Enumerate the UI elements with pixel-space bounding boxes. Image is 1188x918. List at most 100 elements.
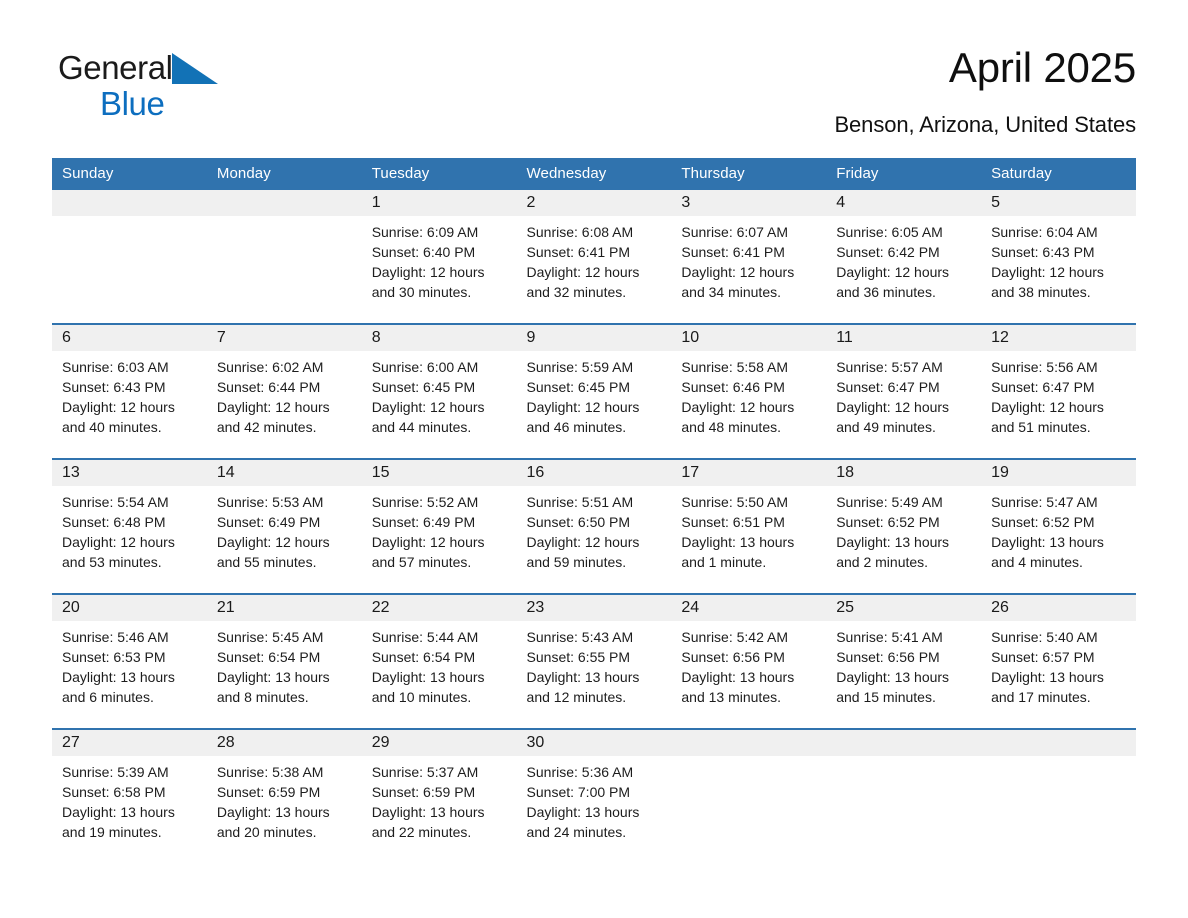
day-detail-text: Sunrise: 5:45 AM Sunset: 6:54 PM Daylight:…	[207, 621, 362, 707]
calendar-day-cell[interactable]: 19 Sunrise: 5:47 AM Sunset: 6:52 PM Dayligh…	[981, 458, 1136, 594]
day-cell-inner	[981, 730, 1136, 863]
calendar-day-cell[interactable]: 9 Sunrise: 5:59 AM Sunset: 6:45 PM Daylight…	[516, 323, 672, 459]
calendar-day-cell[interactable]: 4 Sunrise: 6:05 AM Sunset: 6:42 PM Daylight…	[826, 190, 982, 324]
day-sunrise-line: Sunrise: 6:09 AM	[371, 224, 479, 240]
day-daylight-2-line: and 32 minutes.	[526, 284, 627, 300]
day-daylight-2-line: and 8 minutes.	[216, 689, 309, 705]
day-sunset-line: Sunset: 6:56 PM	[836, 649, 940, 665]
day-sunrise-line: Sunrise: 5:50 AM	[681, 494, 788, 510]
day-cell-inner: 1 Sunrise: 6:09 AM Sunset: 6:40 PM Daylight…	[361, 190, 517, 323]
day-number: 2	[516, 190, 672, 216]
calendar-day-cell[interactable]: 27 Sunrise: 5:39 AM Sunset: 6:58 PM Dayligh…	[52, 728, 207, 863]
calendar-day-cell[interactable]: 13 Sunrise: 5:54 AM Sunset: 6:48 PM Dayligh…	[52, 458, 207, 594]
day-daylight-2-line: and 49 minutes.	[836, 419, 936, 435]
day-daylight-1-line: Daylight: 13 hours	[371, 804, 485, 820]
day-detail-text: Sunrise: 5:47 AM Sunset: 6:52 PM Daylight:…	[981, 486, 1136, 572]
day-sunset-line: Sunset: 6:41 PM	[526, 244, 631, 260]
day-daylight-1-line: Daylight: 12 hours	[216, 399, 330, 415]
calendar-day-cell[interactable]: 10 Sunrise: 5:58 AM Sunset: 6:46 PM Dayligh…	[671, 323, 827, 459]
day-detail-text: Sunrise: 6:04 AM Sunset: 6:43 PM Daylight:…	[981, 216, 1136, 302]
calendar-day-cell[interactable]: 22 Sunrise: 5:44 AM Sunset: 6:54 PM Dayligh…	[361, 593, 517, 729]
day-detail-text: Sunrise: 5:52 AM Sunset: 6:49 PM Daylight:…	[362, 486, 517, 572]
day-cell-inner: 19 Sunrise: 5:47 AM Sunset: 6:52 PM Dayligh…	[981, 460, 1136, 593]
day-sunrise-line: Sunrise: 5:49 AM	[836, 494, 943, 510]
sunrise-sunset-calendar-table: Sunday Monday Tuesday Wednesday Thursday…	[52, 158, 1136, 863]
calendar-day-cell[interactable]: 3 Sunrise: 6:07 AM Sunset: 6:41 PM Daylight…	[671, 190, 827, 324]
calendar-day-cell[interactable]: 2 Sunrise: 6:08 AM Sunset: 6:41 PM Daylight…	[516, 190, 672, 324]
logo-bottom-row: Blue	[58, 84, 318, 124]
day-sunrise-line: Sunrise: 6:05 AM	[836, 224, 943, 240]
day-cell-inner: 4 Sunrise: 6:05 AM Sunset: 6:42 PM Daylight…	[826, 190, 982, 323]
day-sunrise-line: Sunrise: 5:47 AM	[991, 494, 1098, 510]
day-daylight-1-line: Daylight: 13 hours	[836, 669, 950, 685]
calendar-day-cell[interactable]: 6 Sunrise: 6:03 AM Sunset: 6:43 PM Daylight…	[52, 323, 207, 459]
calendar-day-cell[interactable]: 24 Sunrise: 5:42 AM Sunset: 6:56 PM Dayligh…	[671, 593, 827, 729]
day-daylight-2-line: and 2 minutes.	[836, 554, 929, 570]
day-daylight-2-line: and 1 minute.	[681, 554, 767, 570]
calendar-day-cell[interactable]: 29 Sunrise: 5:37 AM Sunset: 6:59 PM Dayligh…	[361, 728, 517, 863]
day-detail-text: Sunrise: 6:02 AM Sunset: 6:44 PM Daylight:…	[207, 351, 362, 437]
day-daylight-1-line: Daylight: 13 hours	[62, 804, 175, 820]
day-sunrise-line: Sunrise: 5:40 AM	[991, 629, 1098, 645]
day-daylight-2-line: and 24 minutes.	[526, 824, 627, 840]
day-sunset-line: Sunset: 6:50 PM	[526, 514, 631, 530]
day-detail-text: Sunrise: 5:50 AM Sunset: 6:51 PM Daylight:…	[671, 486, 826, 572]
calendar-day-cell[interactable]: 30 Sunrise: 5:36 AM Sunset: 7:00 PM Dayligh…	[516, 728, 672, 863]
day-cell-inner	[52, 190, 207, 323]
calendar-day-cell[interactable]: 20 Sunrise: 5:46 AM Sunset: 6:53 PM Dayligh…	[52, 593, 207, 729]
day-sunrise-line: Sunrise: 6:02 AM	[216, 359, 324, 375]
calendar-day-cell[interactable]: 1 Sunrise: 6:09 AM Sunset: 6:40 PM Daylight…	[361, 190, 517, 324]
day-sunrise-line: Sunrise: 5:36 AM	[526, 764, 634, 780]
day-detail-text: Sunrise: 6:08 AM Sunset: 6:41 PM Daylight:…	[517, 216, 672, 302]
day-number: 10	[671, 325, 827, 351]
day-number: 15	[361, 460, 517, 486]
day-sunset-line: Sunset: 6:59 PM	[371, 784, 476, 800]
day-cell-inner: 18 Sunrise: 5:49 AM Sunset: 6:52 PM Dayligh…	[826, 460, 982, 593]
calendar-day-cell[interactable]: 23 Sunrise: 5:43 AM Sunset: 6:55 PM Dayligh…	[516, 593, 672, 729]
calendar-day-cell[interactable]: 12 Sunrise: 5:56 AM Sunset: 6:47 PM Dayligh…	[981, 323, 1136, 459]
day-cell-inner: 21 Sunrise: 5:45 AM Sunset: 6:54 PM Dayligh…	[206, 595, 362, 728]
day-daylight-2-line: and 6 minutes.	[62, 689, 154, 705]
calendar-day-cell[interactable]: 14 Sunrise: 5:53 AM Sunset: 6:49 PM Dayligh…	[206, 458, 362, 594]
day-daylight-1-line: Daylight: 13 hours	[836, 534, 950, 550]
calendar-day-cell[interactable]: 26 Sunrise: 5:40 AM Sunset: 6:57 PM Dayligh…	[981, 593, 1136, 729]
day-daylight-2-line: and 12 minutes.	[526, 689, 627, 705]
day-daylight-1-line: Daylight: 12 hours	[526, 534, 640, 550]
day-daylight-2-line: and 4 minutes.	[991, 554, 1083, 570]
day-sunrise-line: Sunrise: 5:42 AM	[681, 629, 788, 645]
day-sunrise-line: Sunrise: 6:04 AM	[991, 224, 1098, 240]
day-daylight-2-line: and 53 minutes.	[62, 554, 162, 570]
day-daylight-1-line: Daylight: 13 hours	[216, 804, 330, 820]
day-detail-text: Sunrise: 5:43 AM Sunset: 6:55 PM Daylight:…	[517, 621, 672, 707]
day-detail-text: Sunrise: 5:41 AM Sunset: 6:56 PM Daylight:…	[826, 621, 981, 707]
day-sunrise-line: Sunrise: 6:08 AM	[526, 224, 634, 240]
day-sunrise-line: Sunrise: 5:45 AM	[216, 629, 324, 645]
calendar-day-cell[interactable]: 25 Sunrise: 5:41 AM Sunset: 6:56 PM Dayligh…	[826, 593, 982, 729]
logo-text-general: General	[58, 49, 173, 86]
day-cell-inner: 8 Sunrise: 6:00 AM Sunset: 6:45 PM Daylight…	[361, 325, 517, 458]
day-number: 22	[361, 595, 517, 621]
calendar-day-cell[interactable]: 11 Sunrise: 5:57 AM Sunset: 6:47 PM Dayligh…	[826, 323, 982, 459]
day-sunrise-line: Sunrise: 5:37 AM	[371, 764, 479, 780]
day-cell-inner: 23 Sunrise: 5:43 AM Sunset: 6:55 PM Dayligh…	[516, 595, 672, 728]
day-number: 21	[206, 595, 362, 621]
calendar-day-cell[interactable]: 17 Sunrise: 5:50 AM Sunset: 6:51 PM Dayligh…	[671, 458, 827, 594]
day-daylight-2-line: and 15 minutes.	[836, 689, 936, 705]
day-cell-inner: 13 Sunrise: 5:54 AM Sunset: 6:48 PM Dayligh…	[52, 460, 207, 593]
calendar-day-cell[interactable]: 18 Sunrise: 5:49 AM Sunset: 6:52 PM Dayligh…	[826, 458, 982, 594]
day-cell-inner	[826, 730, 982, 863]
day-cell-inner: 6 Sunrise: 6:03 AM Sunset: 6:43 PM Daylight…	[52, 325, 207, 458]
calendar-day-cell[interactable]: 28 Sunrise: 5:38 AM Sunset: 6:59 PM Dayligh…	[206, 728, 362, 863]
calendar-day-cell[interactable]: 16 Sunrise: 5:51 AM Sunset: 6:50 PM Dayligh…	[516, 458, 672, 594]
day-sunset-line: Sunset: 6:47 PM	[836, 379, 940, 395]
day-daylight-1-line: Daylight: 12 hours	[681, 399, 795, 415]
calendar-week-row: 20 Sunrise: 5:46 AM Sunset: 6:53 PM Dayligh…	[52, 593, 1136, 729]
calendar-day-cell[interactable]: 5 Sunrise: 6:04 AM Sunset: 6:43 PM Daylight…	[981, 190, 1136, 324]
day-sunrise-line: Sunrise: 5:46 AM	[62, 629, 169, 645]
calendar-day-cell[interactable]: 8 Sunrise: 6:00 AM Sunset: 6:45 PM Daylight…	[361, 323, 517, 459]
calendar-day-cell[interactable]: 21 Sunrise: 5:45 AM Sunset: 6:54 PM Dayligh…	[206, 593, 362, 729]
day-cell-inner: 27 Sunrise: 5:39 AM Sunset: 6:58 PM Dayligh…	[52, 730, 207, 863]
day-number: 25	[826, 595, 982, 621]
calendar-day-cell[interactable]: 15 Sunrise: 5:52 AM Sunset: 6:49 PM Dayligh…	[361, 458, 517, 594]
calendar-day-cell[interactable]: 7 Sunrise: 6:02 AM Sunset: 6:44 PM Daylight…	[206, 323, 362, 459]
